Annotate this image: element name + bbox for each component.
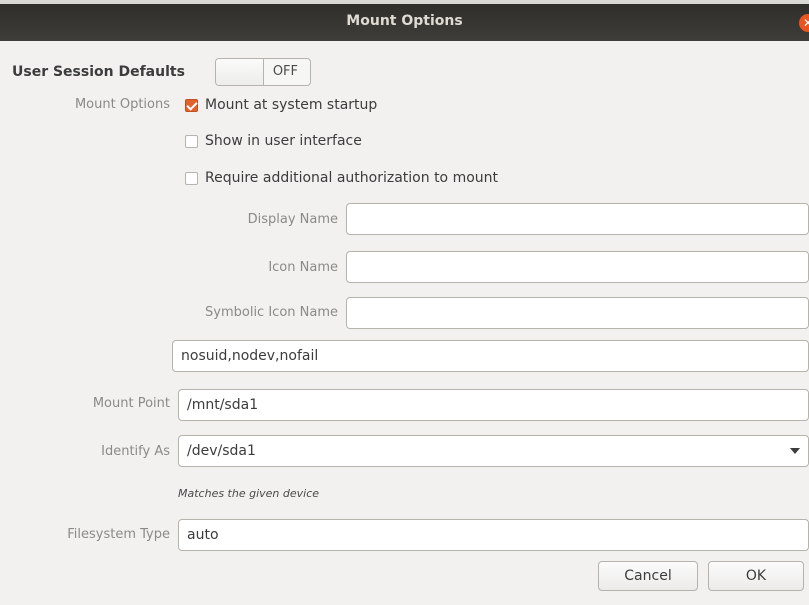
ok-button[interactable]: OK (708, 561, 804, 591)
dropdown-arrow-icon[interactable] (790, 448, 800, 454)
mount-point-field[interactable]: /mnt/sda1 (178, 389, 809, 421)
mount-point-label: Mount Point (92, 396, 170, 411)
identify-as-hint: Matches the given device (178, 487, 320, 500)
checkbox-unchecked-icon[interactable] (185, 171, 198, 185)
title-bar: Mount Options ✕ (0, 0, 809, 41)
mount-options-label: Mount Options (74, 97, 170, 112)
checkbox-show-in-ui[interactable]: Show in user interface (185, 133, 362, 149)
symbolic-icon-name-field[interactable] (346, 297, 809, 329)
checkbox-checked-icon[interactable] (185, 98, 198, 112)
symbolic-icon-name-label: Symbolic Icon Name (205, 305, 338, 320)
checkbox-label: Require additional authorization to moun… (205, 170, 499, 186)
mount-options-field[interactable]: nosuid,nodev,nofail (172, 340, 809, 372)
checkbox-require-authorization[interactable]: Require additional authorization to moun… (185, 170, 498, 186)
cancel-button[interactable]: Cancel (598, 561, 698, 591)
icon-name-label: Icon Name (268, 260, 338, 275)
dialog-content: User Session Defaults OFF Mount Options … (0, 41, 809, 605)
checkbox-label: Show in user interface (205, 133, 362, 149)
filesystem-type-field[interactable]: auto (178, 519, 809, 551)
window-title: Mount Options (346, 13, 463, 29)
filesystem-type-label: Filesystem Type (67, 527, 170, 542)
checkbox-unchecked-icon[interactable] (185, 134, 198, 148)
user-session-defaults-switch[interactable]: OFF (215, 58, 311, 86)
identify-as-label: Identify As (101, 444, 170, 459)
identify-as-dropdown[interactable]: /dev/sda1 (178, 435, 809, 467)
display-name-field[interactable] (346, 203, 809, 235)
switch-state-label: OFF (272, 64, 298, 79)
switch-knob[interactable] (216, 59, 264, 85)
identify-as-value: /dev/sda1 (187, 443, 256, 459)
display-name-label: Display Name (247, 212, 338, 227)
icon-name-field[interactable] (346, 251, 809, 283)
checkbox-mount-at-startup[interactable]: Mount at system startup (185, 97, 377, 113)
close-icon[interactable]: ✕ (799, 14, 809, 32)
checkbox-label: Mount at system startup (205, 97, 378, 113)
user-session-defaults-label: User Session Defaults (12, 64, 185, 80)
